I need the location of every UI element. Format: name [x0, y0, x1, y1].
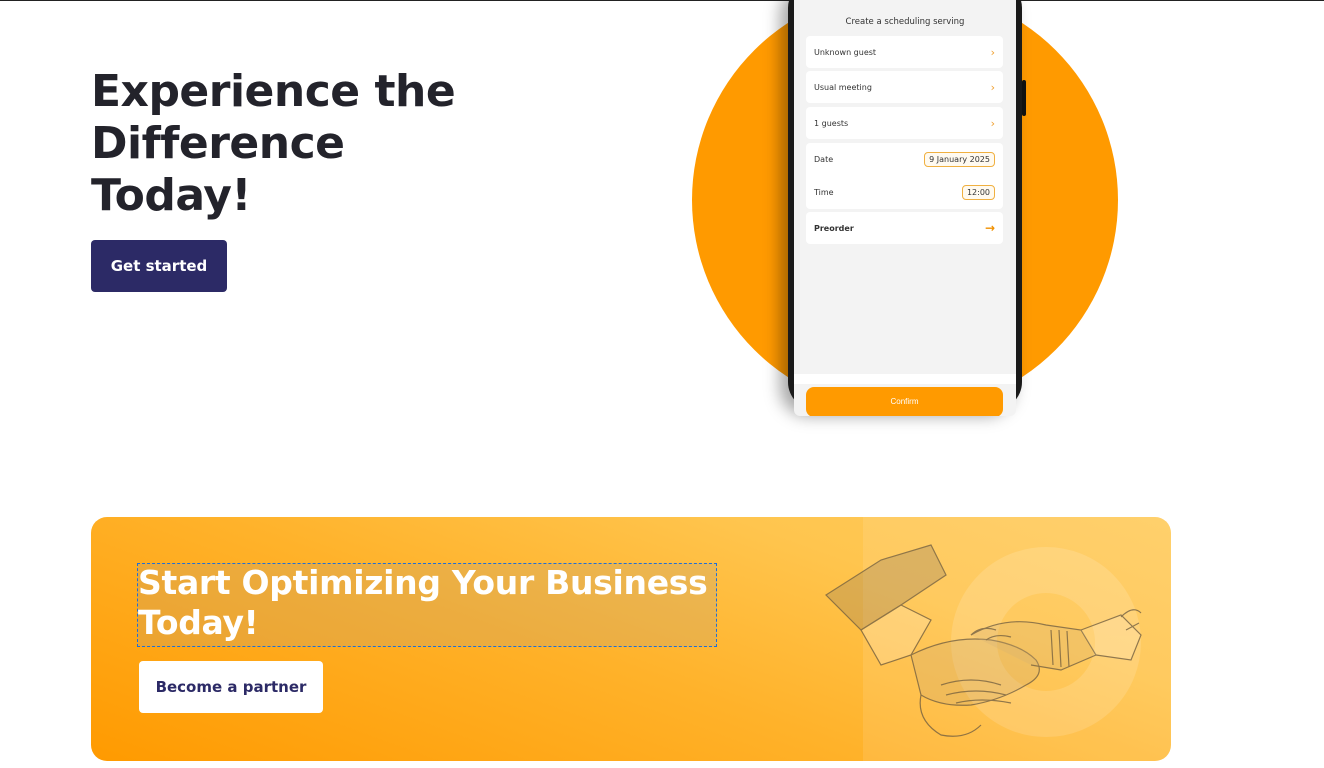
chevron-right-icon: ›	[990, 116, 995, 130]
hero-title: Experience the Difference Today!	[91, 66, 456, 221]
row-guests-count[interactable]: 1 guests ›	[806, 107, 1003, 139]
row-label: Unknown guest	[814, 47, 877, 57]
screen-title: Create a scheduling serving	[845, 17, 965, 27]
time-label: Time	[814, 188, 834, 197]
phone-screen: Create a scheduling serving Unknown gues…	[794, 0, 1016, 416]
top-divider	[0, 0, 1324, 1]
date-time-card: Date 9 January 2025 Time 12:00	[806, 143, 1003, 209]
date-row[interactable]: Date 9 January 2025	[806, 143, 1003, 176]
phone-mockup: Create a scheduling serving Unknown gues…	[788, 0, 1026, 416]
phone-side-button	[1022, 80, 1026, 116]
date-value[interactable]: 9 January 2025	[924, 152, 995, 167]
get-started-button[interactable]: Get started	[91, 240, 227, 292]
time-value[interactable]: 12:00	[961, 185, 995, 200]
become-partner-button[interactable]: Become a partner	[139, 661, 323, 713]
date-label: Date	[814, 155, 834, 164]
chevron-right-icon: ›	[990, 80, 995, 94]
row-guest[interactable]: Unknown guest ›	[806, 36, 1003, 68]
banner-title[interactable]: Start Optimizing Your Business Today!	[138, 563, 728, 643]
chevron-right-icon: ›	[990, 45, 995, 59]
preorder-label: Preorder	[814, 223, 854, 233]
preorder-row[interactable]: Preorder →	[806, 212, 1003, 244]
row-meeting-type[interactable]: Usual meeting ›	[806, 71, 1003, 103]
confirm-button[interactable]: Confirm	[806, 387, 1003, 416]
screen-bottom-bar	[794, 374, 1016, 384]
time-row[interactable]: Time 12:00	[806, 176, 1003, 209]
arrow-right-icon: →	[984, 221, 995, 235]
cta-banner: Start Optimizing Your Business Today! Be…	[91, 517, 1171, 761]
row-label: Usual meeting	[814, 82, 872, 92]
row-label: 1 guests	[814, 118, 849, 128]
handshake-illustration	[825, 544, 1142, 737]
